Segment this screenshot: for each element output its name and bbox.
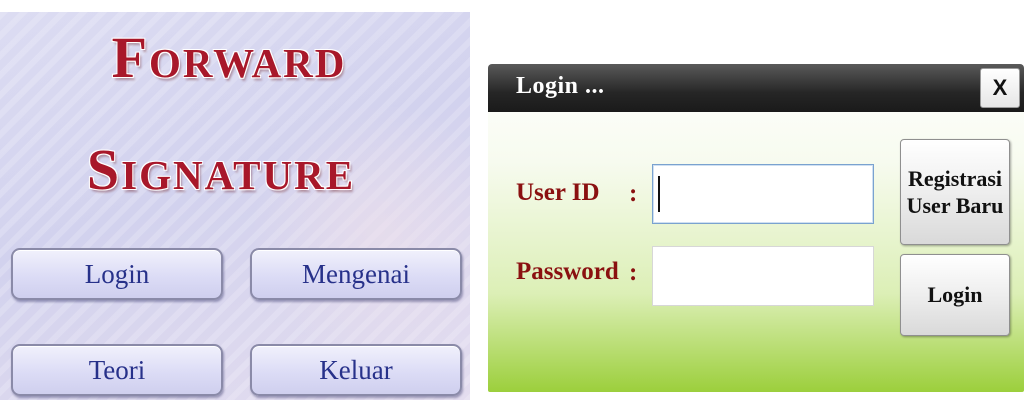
password-label: Password — [516, 258, 619, 285]
menu-teori-button[interactable]: Teori — [11, 344, 223, 396]
userid-input[interactable] — [652, 164, 874, 224]
register-button-line2: User Baru — [906, 193, 1004, 218]
dialog-login-button[interactable]: Login — [900, 254, 1010, 336]
brand-title-line2: Signature — [86, 137, 356, 202]
close-button[interactable]: X — [980, 68, 1020, 108]
register-new-user-button[interactable]: Registrasi User Baru — [900, 139, 1010, 245]
register-button-line1: Registrasi — [907, 165, 1003, 191]
password-input[interactable] — [652, 246, 874, 306]
password-colon: : — [629, 259, 638, 286]
login-dialog: Login ... X User ID : Password : Registr… — [488, 64, 1024, 392]
userid-label: User ID — [516, 179, 600, 206]
main-menu-panel: Forward Signature Login Mengenai Teori K… — [0, 12, 470, 400]
menu-login-button[interactable]: Login — [11, 248, 223, 300]
menu-mengenai-button[interactable]: Mengenai — [250, 248, 462, 300]
brand-title-line1: Forward — [111, 25, 347, 90]
userid-colon: : — [629, 180, 638, 207]
menu-keluar-button[interactable]: Keluar — [250, 344, 462, 396]
dialog-titlebar: Login ... X — [488, 64, 1024, 112]
dialog-title: Login ... — [516, 73, 605, 99]
text-caret — [658, 176, 660, 212]
